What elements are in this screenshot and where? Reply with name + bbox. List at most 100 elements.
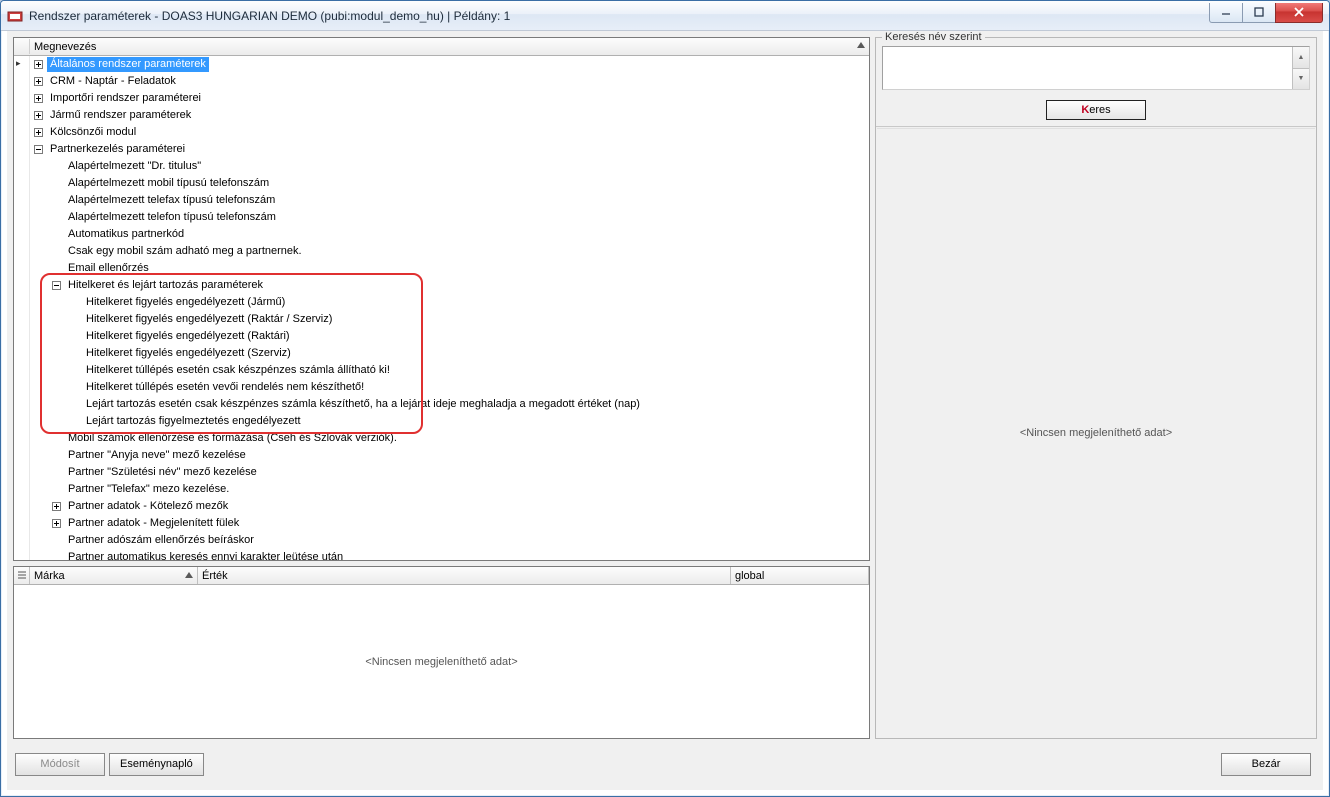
tree-item-label: Partner "Születési név" mező kezelése bbox=[65, 465, 260, 480]
tree-item-label: Hitelkeret túllépés esetén csak készpénz… bbox=[83, 363, 393, 378]
row-gutter bbox=[16, 175, 30, 192]
search-panel: Keresés név szerint ▲ ▼ Keres <Ninc bbox=[875, 37, 1317, 739]
search-input[interactable]: ▲ ▼ bbox=[882, 46, 1310, 90]
app-icon bbox=[7, 8, 23, 24]
tree-row[interactable]: Partner adószám ellenőrzés beíráskor bbox=[14, 532, 869, 549]
tree-column-header[interactable]: Megnevezés bbox=[14, 38, 869, 56]
tree-row[interactable]: Alapértelmezett "Dr. titulus" bbox=[14, 158, 869, 175]
tree-item-label: Email ellenőrzés bbox=[65, 261, 152, 276]
tree-row[interactable]: Partner automatikus keresés ennyi karakt… bbox=[14, 549, 869, 560]
tree-item-label: CRM - Naptár - Feladatok bbox=[47, 74, 179, 89]
search-button[interactable]: Keres bbox=[1046, 100, 1146, 120]
grid-col-ertek[interactable]: Érték bbox=[198, 567, 731, 584]
tree-row[interactable]: Automatikus partnerkód bbox=[14, 226, 869, 243]
row-gutter bbox=[16, 549, 30, 560]
spin-down-icon[interactable]: ▼ bbox=[1293, 69, 1309, 90]
tree-item-label: Importőri rendszer paraméterei bbox=[47, 91, 204, 106]
tree-row[interactable]: Partner adatok - Megjelenített fülek bbox=[14, 515, 869, 532]
tree-row[interactable]: Mobil számok ellenőrzése és formázása (C… bbox=[14, 430, 869, 447]
tree-item-label: Csak egy mobil szám adható meg a partner… bbox=[65, 244, 305, 259]
close-dialog-button[interactable]: Bezár bbox=[1221, 753, 1311, 776]
row-gutter bbox=[16, 379, 30, 396]
tree-item-label: Hitelkeret túllépés esetén vevői rendelé… bbox=[83, 380, 367, 395]
tree-row[interactable]: Alapértelmezett mobil típusú telefonszám bbox=[14, 175, 869, 192]
tree-item-label: Hitelkeret figyelés engedélyezett (Jármű… bbox=[83, 295, 288, 310]
window-frame: Rendszer paraméterek - DOAS3 HUNGARIAN D… bbox=[0, 0, 1330, 797]
tree-row[interactable]: Partnerkezelés paraméterei bbox=[14, 141, 869, 158]
minimize-button[interactable] bbox=[1209, 3, 1243, 23]
tree-row[interactable]: Importőri rendszer paraméterei bbox=[14, 90, 869, 107]
maximize-button[interactable] bbox=[1242, 3, 1276, 23]
tree-item-label: Mobil számok ellenőrzése és formázása (C… bbox=[65, 431, 400, 446]
search-button-rest: eres bbox=[1089, 104, 1110, 116]
close-button[interactable] bbox=[1275, 3, 1323, 23]
window-controls bbox=[1210, 3, 1323, 23]
row-gutter bbox=[16, 56, 30, 73]
row-gutter bbox=[16, 226, 30, 243]
tree-row[interactable]: Hitelkeret figyelés engedélyezett (Jármű… bbox=[14, 294, 869, 311]
spin-buttons[interactable]: ▲ ▼ bbox=[1292, 47, 1309, 89]
tree-item-label: Alapértelmezett telefax típusú telefonsz… bbox=[65, 193, 278, 208]
tree-row[interactable]: Hitelkeret figyelés engedélyezett (Szerv… bbox=[14, 345, 869, 362]
expand-icon[interactable] bbox=[34, 111, 43, 120]
tree-header-label: Megnevezés bbox=[34, 41, 96, 53]
tree-row[interactable]: Általános rendszer paraméterek bbox=[14, 56, 869, 73]
row-gutter bbox=[16, 209, 30, 226]
expand-icon[interactable] bbox=[34, 60, 43, 69]
collapse-icon[interactable] bbox=[34, 145, 43, 154]
tree-row[interactable]: Lejárt tartozás esetén csak készpénzes s… bbox=[14, 396, 869, 413]
expand-icon[interactable] bbox=[52, 502, 61, 511]
collapse-icon[interactable] bbox=[52, 281, 61, 290]
tree-row[interactable]: Hitelkeret túllépés esetén vevői rendelé… bbox=[14, 379, 869, 396]
row-gutter bbox=[16, 481, 30, 498]
expand-icon[interactable] bbox=[34, 94, 43, 103]
row-gutter bbox=[16, 430, 30, 447]
row-gutter bbox=[16, 107, 30, 124]
tree-row[interactable]: CRM - Naptár - Feladatok bbox=[14, 73, 869, 90]
tree-item-label: Hitelkeret és lejárt tartozás paramétere… bbox=[65, 278, 266, 293]
titlebar[interactable]: Rendszer paraméterek - DOAS3 HUNGARIAN D… bbox=[1, 1, 1329, 31]
parameter-tree-panel: Megnevezés Általános rendszer paramétere… bbox=[13, 37, 870, 561]
tree-item-label: Kölcsönzői modul bbox=[47, 125, 139, 140]
row-gutter bbox=[16, 362, 30, 379]
tree-scroll-area[interactable]: Általános rendszer paraméterek CRM - Napt… bbox=[14, 56, 869, 560]
grid-row-indicator-col[interactable] bbox=[14, 567, 30, 584]
tree-row[interactable]: Alapértelmezett telefax típusú telefonsz… bbox=[14, 192, 869, 209]
tree-row[interactable]: Csak egy mobil szám adható meg a partner… bbox=[14, 243, 869, 260]
tree-item-label: Alapértelmezett telefon típusú telefonsz… bbox=[65, 210, 279, 225]
tree-item-label: Általános rendszer paraméterek bbox=[47, 57, 209, 72]
tree-row[interactable]: Hitelkeret figyelés engedélyezett (Raktá… bbox=[14, 328, 869, 345]
tree-row[interactable]: Partner "Születési név" mező kezelése bbox=[14, 464, 869, 481]
tree-item-label: Partner "Anyja neve" mező kezelése bbox=[65, 448, 249, 463]
tree-row[interactable]: Lejárt tartozás figyelmeztetés engedélye… bbox=[14, 413, 869, 430]
tree-row[interactable]: Hitelkeret figyelés engedélyezett (Raktá… bbox=[14, 311, 869, 328]
tree-item-label: Hitelkeret figyelés engedélyezett (Raktá… bbox=[83, 312, 335, 327]
event-log-button[interactable]: Eseménynapló bbox=[109, 753, 204, 776]
spin-up-icon[interactable]: ▲ bbox=[1293, 47, 1309, 69]
tree-row[interactable]: Partner adatok - Kötelező mezők bbox=[14, 498, 869, 515]
grid-col-marka[interactable]: Márka bbox=[30, 567, 198, 584]
tree-row[interactable]: Hitelkeret túllépés esetén csak készpénz… bbox=[14, 362, 869, 379]
modify-button[interactable]: Módosít bbox=[15, 753, 105, 776]
tree-row[interactable]: Partner "Telefax" mezo kezelése. bbox=[14, 481, 869, 498]
row-gutter bbox=[16, 141, 30, 158]
expand-icon[interactable] bbox=[52, 519, 61, 528]
tree-row[interactable]: Jármű rendszer paraméterek bbox=[14, 107, 869, 124]
tree-row[interactable]: Email ellenőrzés bbox=[14, 260, 869, 277]
tree-item-label: Jármű rendszer paraméterek bbox=[47, 108, 194, 123]
tree-row[interactable]: Hitelkeret és lejárt tartozás paramétere… bbox=[14, 277, 869, 294]
tree-row[interactable]: Alapértelmezett telefon típusú telefonsz… bbox=[14, 209, 869, 226]
row-gutter bbox=[16, 413, 30, 430]
row-gutter bbox=[16, 260, 30, 277]
tree-row[interactable]: Kölcsönzői modul bbox=[14, 124, 869, 141]
row-indicator-icon bbox=[16, 39, 30, 54]
row-gutter bbox=[16, 515, 30, 532]
sort-ascending-icon bbox=[857, 42, 865, 48]
grid-header: Márka Érték global bbox=[14, 567, 869, 585]
row-gutter bbox=[16, 328, 30, 345]
tree-row[interactable]: Partner "Anyja neve" mező kezelése bbox=[14, 447, 869, 464]
expand-icon[interactable] bbox=[34, 128, 43, 137]
grid-col-global[interactable]: global bbox=[731, 567, 869, 584]
expand-icon[interactable] bbox=[34, 77, 43, 86]
tree-item-label: Partnerkezelés paraméterei bbox=[47, 142, 188, 157]
